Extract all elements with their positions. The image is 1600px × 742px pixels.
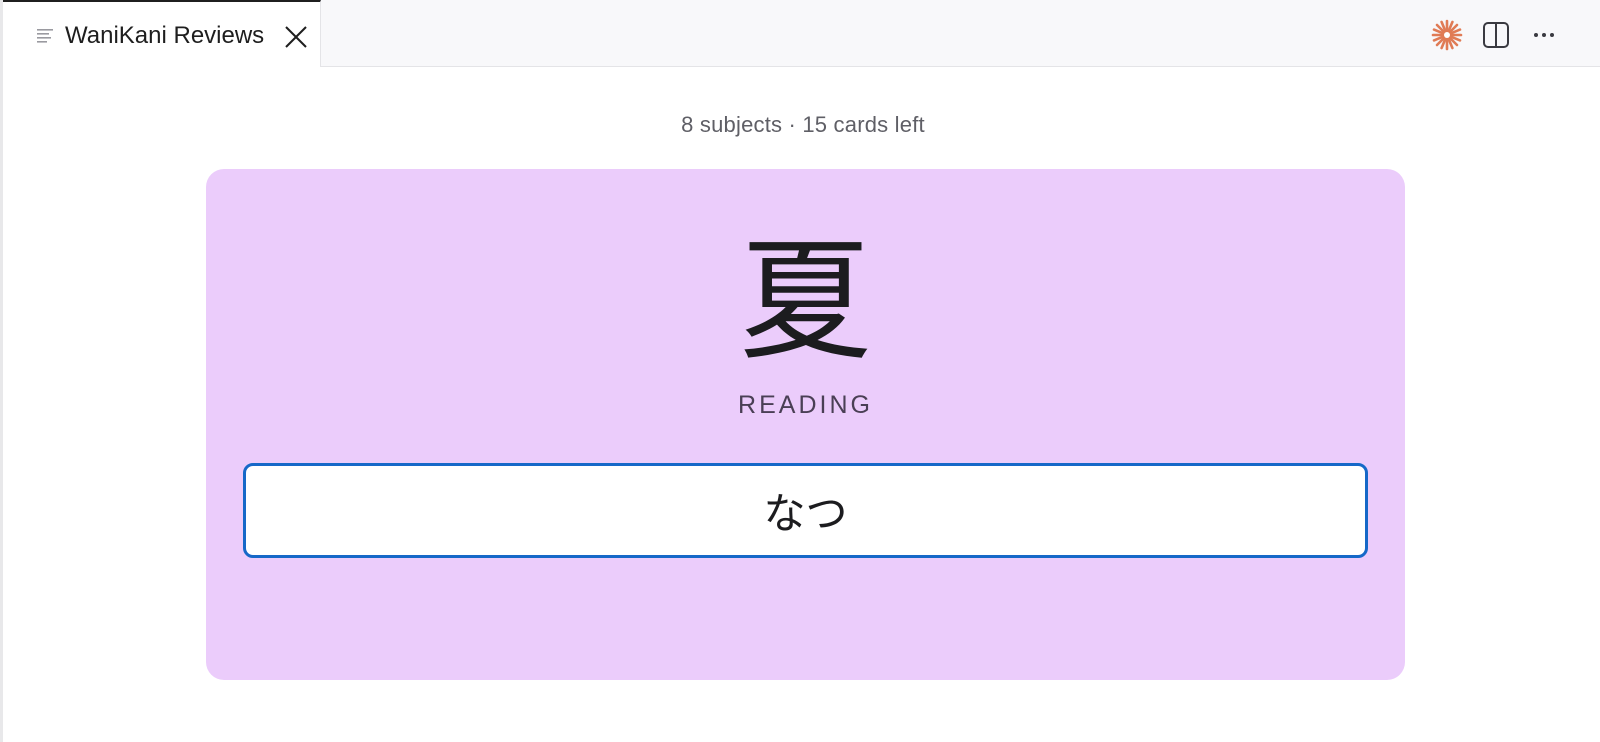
subject-character: 夏 — [739, 225, 872, 379]
answer-input[interactable] — [243, 463, 1368, 558]
sparkle-icon[interactable] — [1430, 18, 1464, 52]
list-icon — [37, 28, 55, 44]
split-editor-icon[interactable] — [1479, 18, 1513, 52]
review-panel: 8 subjects · 15 cards left 夏 READING — [3, 67, 1600, 742]
tab-bar: WaniKani Reviews — [3, 0, 1600, 67]
tab-wanikani-reviews[interactable]: WaniKani Reviews — [3, 0, 321, 67]
tab-title: WaniKani Reviews — [65, 22, 265, 49]
close-icon[interactable] — [283, 24, 309, 50]
more-icon[interactable] — [1527, 18, 1561, 52]
editor-window: WaniKani Reviews 8 subjects · 15 cards l… — [0, 0, 1600, 742]
progress-text: 8 subjects · 15 cards left — [681, 112, 925, 137]
question-type-label: READING — [738, 391, 873, 419]
review-card: 夏 READING — [206, 169, 1405, 680]
